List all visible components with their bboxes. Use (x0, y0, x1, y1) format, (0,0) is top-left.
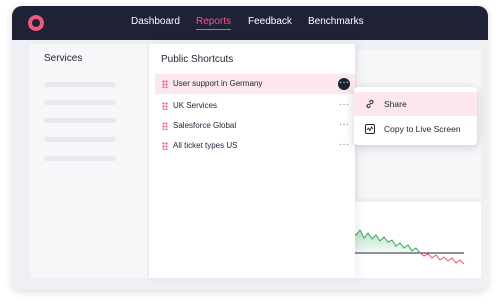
menu-item-share[interactable]: Share (354, 92, 477, 116)
more-options-button[interactable]: ··· (338, 100, 350, 112)
skeleton-line (44, 156, 116, 161)
shortcut-row[interactable]: All ticket types US ··· (155, 136, 355, 156)
shortcut-label: Salesforce Global (173, 121, 237, 130)
skeleton-line (44, 118, 116, 123)
shortcut-label: User support in Germany (173, 79, 263, 88)
link-icon (366, 99, 374, 109)
app-logo[interactable] (28, 15, 44, 31)
chart-negative-line (419, 252, 465, 265)
shortcut-label: All ticket types US (173, 141, 238, 150)
shortcut-context-menu: Share Copy to Live Screen (354, 87, 477, 145)
more-options-button[interactable]: ··· (338, 140, 350, 152)
nav-reports[interactable]: Reports (196, 16, 232, 30)
shortcut-label: UK Services (173, 101, 218, 110)
skeleton-line (44, 100, 116, 105)
public-shortcuts-panel: Public Shortcuts User support in Germany… (149, 44, 355, 278)
nav-benchmarks[interactable]: Benchmarks (308, 16, 364, 27)
shortcuts-title: Public Shortcuts (161, 54, 234, 65)
menu-item-label: Share (384, 99, 407, 109)
drag-handle-icon[interactable] (162, 142, 168, 150)
menu-item-copy-to-live-screen[interactable]: Copy to Live Screen (354, 117, 477, 141)
drag-handle-icon[interactable] (162, 80, 168, 88)
drag-handle-icon[interactable] (162, 102, 168, 110)
shortcut-row[interactable]: User support in Germany ··· (155, 74, 355, 94)
top-navigation-bar: Dashboard Reports Feedback Benchmarks (12, 6, 488, 40)
nav-dashboard[interactable]: Dashboard (131, 16, 180, 27)
shortcut-row[interactable]: UK Services ··· (155, 96, 355, 116)
menu-item-label: Copy to Live Screen (384, 124, 461, 134)
more-options-button[interactable]: ··· (338, 78, 350, 90)
services-panel: Services (30, 44, 149, 278)
services-title: Services (44, 53, 83, 64)
live-screen-icon (365, 124, 375, 134)
shortcut-row[interactable]: Salesforce Global ··· (155, 116, 355, 136)
app-window: Dashboard Reports Feedback Benchmarks Se… (12, 6, 488, 290)
more-options-button[interactable]: ··· (338, 120, 350, 132)
skeleton-line (44, 82, 116, 87)
nav-feedback[interactable]: Feedback (248, 16, 292, 27)
drag-handle-icon[interactable] (162, 122, 168, 130)
skeleton-line (44, 137, 116, 142)
